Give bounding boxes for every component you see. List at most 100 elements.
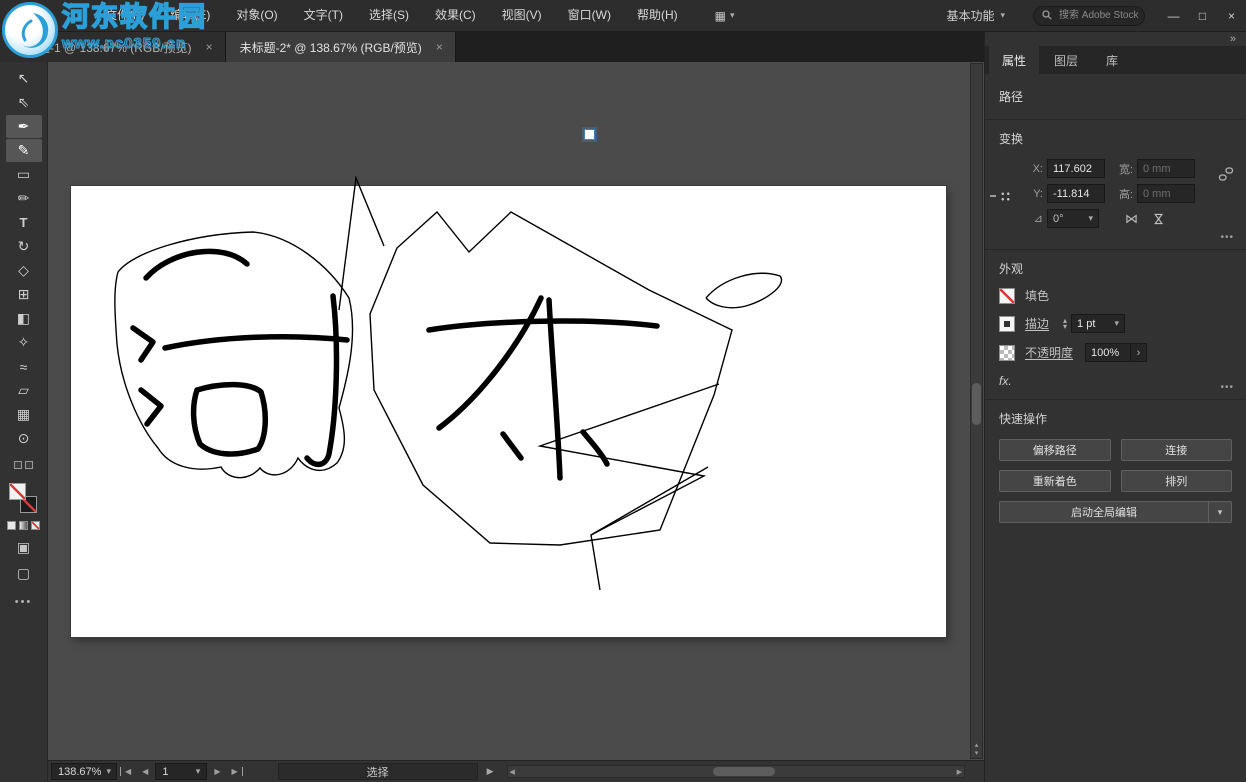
selection-tool[interactable]: ↖ — [6, 67, 42, 90]
close-icon[interactable]: × — [434, 40, 445, 54]
scroll-right-icon[interactable]: ▶ — [957, 766, 962, 777]
appearance-more-options[interactable]: ••• — [1220, 382, 1234, 393]
close-button[interactable]: × — [1217, 0, 1246, 31]
pencil-tool[interactable]: ✏ — [6, 187, 42, 210]
maximize-button[interactable]: □ — [1188, 0, 1217, 31]
tab-layers[interactable]: 图层 — [1041, 46, 1091, 74]
scroll-left-icon[interactable]: ◀ — [510, 766, 515, 777]
stepper-down-icon[interactable]: ▾ — [1063, 324, 1067, 330]
menu-window[interactable]: 窗口(W) — [555, 0, 624, 31]
canvas[interactable]: ▴ ▾ 138.67% ▾ ◀ ◀ 1 ▾ ▶ — [48, 62, 984, 782]
artwork[interactable] — [71, 186, 946, 637]
x-input[interactable]: 117.602 — [1047, 159, 1105, 178]
horizontal-scrollbar-thumb[interactable] — [713, 767, 775, 776]
stock-search[interactable] — [1033, 6, 1145, 26]
vertical-scrollbar[interactable]: ▴ ▾ — [970, 63, 983, 759]
color-swatch-icon[interactable] — [7, 521, 16, 530]
free-transform-tool[interactable]: ⊞ — [6, 283, 42, 306]
height-input[interactable]: 0 mm — [1137, 184, 1195, 203]
scroll-up-icon[interactable]: ▴ — [975, 742, 979, 750]
stroke-weight-stepper[interactable]: ▴ ▾ — [1063, 318, 1067, 330]
shape-builder-tool[interactable]: ▱ — [6, 379, 42, 402]
zoom-level-control[interactable]: 138.67% ▾ — [51, 763, 117, 780]
curvature-tool[interactable]: ✒ — [6, 115, 42, 138]
offset-path-button[interactable]: 偏移路径 — [999, 439, 1111, 461]
none-swatch-icon[interactable] — [31, 521, 40, 530]
first-artboard-button[interactable]: ◀ — [120, 767, 135, 776]
opacity-input[interactable]: 100% — [1085, 343, 1131, 362]
eraser-tool[interactable]: ◇ — [6, 259, 42, 282]
zoom-tool[interactable]: ⊙ — [6, 427, 42, 450]
global-edit-dropdown-icon[interactable]: ▾ — [1208, 501, 1232, 523]
direct-selection-tool[interactable]: ⇖ — [6, 91, 42, 114]
menu-type[interactable]: 文字(T) — [291, 0, 356, 31]
width-input[interactable]: 0 mm — [1137, 159, 1195, 178]
tab-properties[interactable]: 属性 — [989, 46, 1039, 74]
menu-view[interactable]: 视图(V) — [489, 0, 555, 31]
minimize-button[interactable]: — — [1159, 0, 1188, 31]
paintbrush-tool[interactable]: ✎ — [6, 139, 42, 162]
menu-help[interactable]: 帮助(H) — [624, 0, 691, 31]
object-type-label: 路径 — [999, 86, 1232, 107]
arrange-documents-button[interactable]: ▦ ▾ — [709, 9, 741, 23]
opacity-label[interactable]: 不透明度 — [1025, 344, 1073, 361]
fill-swatch[interactable] — [999, 288, 1015, 304]
opacity-swatch[interactable] — [999, 345, 1015, 361]
scroll-down-icon[interactable]: ▾ — [975, 750, 979, 758]
type-tool[interactable]: T — [6, 211, 42, 234]
menu-file[interactable]: 文件(F) — [92, 0, 157, 31]
start-global-edit-button[interactable]: 启动全局编辑 — [999, 501, 1208, 523]
reference-point-selector[interactable] — [999, 190, 1012, 203]
flip-vertical-icon[interactable]: ⋈ — [1151, 212, 1167, 225]
menu-select[interactable]: 选择(S) — [356, 0, 422, 31]
fill-color-swatch[interactable] — [9, 483, 26, 500]
horizontal-scrollbar[interactable]: ◀ ▶ — [507, 765, 965, 778]
close-icon[interactable]: × — [204, 40, 215, 54]
draw-mode-mini-icons[interactable] — [14, 461, 33, 469]
join-button[interactable]: 连接 — [1121, 439, 1233, 461]
y-input[interactable]: -11.814 — [1047, 184, 1105, 203]
width-tool[interactable]: ≈ — [6, 355, 42, 378]
rectangle-tool[interactable]: ▭ — [6, 163, 42, 186]
artboard-navigation-control[interactable]: 1 ▾ — [155, 763, 207, 780]
menu-edit[interactable]: 编辑(E) — [157, 0, 223, 31]
opacity-expand-icon[interactable]: › — [1131, 343, 1147, 362]
gradient-tool[interactable]: ◧ — [6, 307, 42, 330]
gradient-swatch-icon[interactable] — [19, 521, 28, 530]
document-tab-1[interactable]: 未标题-1 @ 138.67% (RGB/预览) × — [0, 32, 226, 62]
flip-horizontal-icon[interactable]: ⋈ — [1125, 211, 1138, 227]
arrange-button[interactable]: 排列 — [1121, 470, 1233, 492]
stroke-weight-select[interactable]: 1 pt ▾ — [1071, 314, 1125, 333]
selection-anchor-handle[interactable] — [584, 129, 595, 140]
stroke-swatch[interactable] — [999, 316, 1015, 332]
rotate-angle-select[interactable]: 0° ▾ — [1047, 209, 1099, 228]
status-menu-arrow-icon[interactable]: ▶ — [481, 766, 500, 777]
next-artboard-button[interactable]: ▶ — [210, 767, 224, 776]
menu-object[interactable]: 对象(O) — [223, 0, 290, 31]
last-artboard-button[interactable]: ▶ — [227, 767, 242, 776]
panel-menu-icon[interactable]: » — [1230, 33, 1236, 45]
artboard[interactable] — [71, 186, 946, 637]
effects-button[interactable]: fx. — [999, 374, 1232, 388]
none-slash-icon — [10, 484, 25, 499]
recolor-button[interactable]: 重新着色 — [999, 470, 1111, 492]
screen-mode-icon[interactable]: ▢ — [17, 565, 30, 582]
chevron-down-icon: ▾ — [730, 10, 735, 21]
stroke-label[interactable]: 描边 — [1025, 315, 1049, 332]
tab-libraries[interactable]: 库 — [1093, 46, 1131, 74]
eyedropper-tool[interactable]: ✧ — [6, 331, 42, 354]
drawing-mode-icon[interactable]: ▣ — [17, 539, 30, 556]
artboard-tool[interactable]: ▦ — [6, 403, 42, 426]
app-icon[interactable]: ⊞ — [8, 7, 30, 24]
menu-effect[interactable]: 效果(C) — [422, 0, 489, 31]
vertical-scrollbar-thumb[interactable] — [972, 383, 981, 425]
constrain-proportions-icon[interactable] — [1218, 166, 1234, 185]
workspace-label: 基本功能 — [946, 7, 994, 24]
transform-more-options[interactable]: ••• — [1220, 232, 1234, 243]
rotate-tool[interactable]: ↻ — [6, 235, 42, 258]
search-input[interactable] — [1057, 9, 1141, 22]
edit-toolbar-more-icon[interactable]: ••• — [15, 596, 33, 608]
previous-artboard-button[interactable]: ◀ — [138, 767, 152, 776]
document-tab-2[interactable]: 未标题-2* @ 138.67% (RGB/预览) × — [226, 32, 456, 62]
workspace-switcher[interactable]: 基本功能 ▾ — [936, 7, 1015, 24]
